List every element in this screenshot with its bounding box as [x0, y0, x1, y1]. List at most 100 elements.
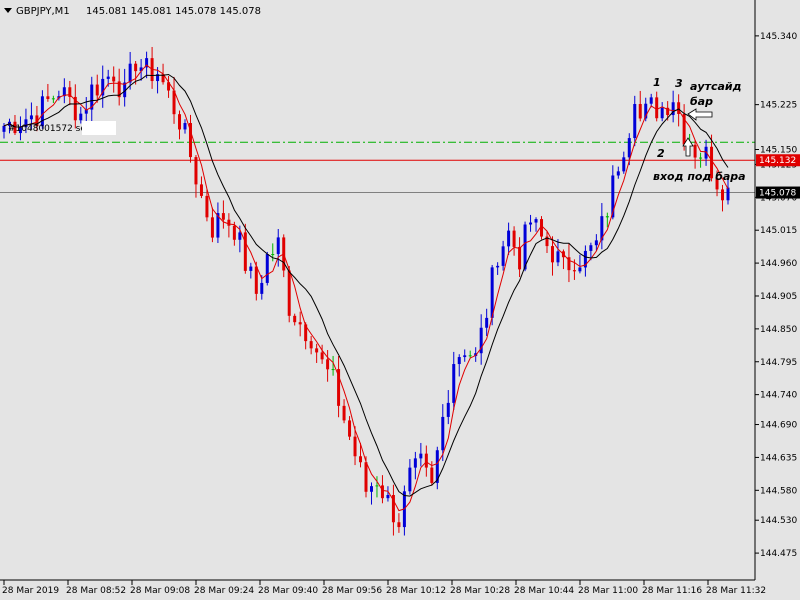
candle-body — [496, 265, 500, 268]
candle-body — [331, 369, 335, 371]
y-tick-label: 144.850 — [760, 325, 797, 335]
y-tick-label: 144.475 — [760, 549, 797, 559]
candle-body — [326, 359, 330, 370]
candle-body — [529, 222, 533, 225]
candle-body — [512, 230, 516, 247]
order-level-tag-label: 145.132 — [759, 156, 796, 166]
symbol-label: GBPJPY,M1 — [16, 6, 70, 17]
candle-body — [210, 217, 214, 238]
candle-body — [79, 113, 83, 121]
candle-body — [353, 436, 357, 457]
x-tick-label: 28 Mar 10:12 — [386, 586, 446, 596]
annotation-outside-bar-line1: аутсайд — [690, 80, 742, 93]
candle-body — [298, 322, 302, 325]
x-tick-label: 28 Mar 10:44 — [514, 586, 574, 596]
candle-body — [232, 225, 236, 240]
candle-body — [699, 157, 703, 159]
candle-body — [221, 213, 225, 220]
candle-body — [309, 341, 313, 349]
y-tick-label: 144.960 — [760, 259, 797, 269]
candle-body — [46, 96, 50, 99]
x-tick-label: 28 Mar 08:52 — [66, 586, 126, 596]
candle-body — [605, 216, 609, 218]
candle-body — [446, 402, 450, 417]
candle-body — [627, 138, 631, 158]
x-tick-label: 28 Mar 2019 — [2, 586, 59, 596]
y-tick-label: 145.150 — [760, 145, 797, 155]
candle-body — [507, 230, 511, 247]
candle-body — [375, 485, 379, 487]
candle-body — [660, 107, 664, 119]
candle-body — [523, 224, 527, 270]
candle-body — [95, 84, 99, 96]
candle-body — [534, 219, 538, 223]
candle-body — [364, 462, 368, 492]
x-tick-label: 28 Mar 09:24 — [194, 586, 254, 596]
candle[interactable] — [265, 251, 269, 286]
candle-body — [578, 267, 582, 272]
y-tick-label: 144.580 — [760, 486, 797, 496]
candle-body — [649, 97, 653, 104]
candle-body — [501, 246, 505, 266]
chart-window: 145.340145.225145.150145.125145.070145.0… — [0, 0, 800, 600]
candle-body — [424, 453, 428, 468]
candle-body — [380, 485, 384, 499]
candle-body — [616, 171, 620, 176]
annotation-1: 1 — [653, 76, 661, 89]
y-tick-label: 144.690 — [760, 421, 797, 431]
candle-body — [260, 282, 264, 294]
candle-body — [254, 266, 258, 294]
bid-price-tag: 145.078 — [756, 186, 800, 199]
candle-body — [128, 63, 132, 83]
candle-body — [342, 405, 346, 421]
y-tick-label: 144.635 — [760, 453, 797, 463]
candle-body — [655, 97, 659, 119]
candle-body — [457, 357, 461, 365]
candle-body — [265, 254, 269, 283]
candle-body — [293, 315, 297, 323]
candle-body — [183, 123, 187, 130]
annotation-3: 3 — [675, 77, 683, 90]
candle-body — [320, 352, 324, 360]
candle-body — [721, 189, 725, 201]
x-tick-label: 28 Mar 09:40 — [258, 586, 318, 596]
candle[interactable] — [435, 446, 439, 490]
candle-body — [51, 98, 55, 100]
candle-body — [238, 232, 242, 240]
candle-body — [408, 467, 412, 492]
order-label: #1048001572 sel — [8, 124, 88, 134]
candle-body — [249, 266, 253, 271]
candle-body — [315, 348, 319, 353]
y-tick-label: 145.225 — [760, 101, 797, 111]
candle-body — [178, 114, 182, 130]
candle-body — [348, 420, 352, 437]
candle-body — [556, 251, 560, 263]
candle-body — [485, 317, 489, 328]
candle-body — [134, 63, 138, 72]
y-tick-label: 145.340 — [760, 32, 797, 42]
candle-body — [726, 187, 730, 201]
y-tick-label: 144.905 — [760, 292, 797, 302]
annotation-outside-bar-line2: бар — [690, 95, 713, 108]
bid-price-tag-label: 145.078 — [759, 189, 796, 199]
price-chart[interactable]: 145.340145.225145.150145.125145.070145.0… — [0, 0, 800, 600]
candle-body — [397, 522, 401, 528]
candle-body — [550, 246, 554, 263]
candle[interactable] — [287, 266, 291, 323]
candle-body — [106, 76, 110, 79]
candle-body — [693, 144, 697, 158]
candle-body — [463, 355, 467, 358]
candle-body — [468, 355, 472, 357]
candle-body — [589, 245, 593, 251]
candle-body — [419, 453, 423, 459]
candle-body — [441, 416, 445, 451]
candle-body — [572, 270, 576, 272]
candle-body — [594, 240, 598, 246]
y-tick-label: 144.530 — [760, 516, 797, 526]
candle-body — [622, 157, 626, 172]
candle-body — [369, 486, 373, 492]
candle-body — [638, 104, 642, 119]
candle-body — [194, 157, 198, 185]
candle-body — [430, 467, 434, 483]
candle-body — [276, 237, 280, 255]
